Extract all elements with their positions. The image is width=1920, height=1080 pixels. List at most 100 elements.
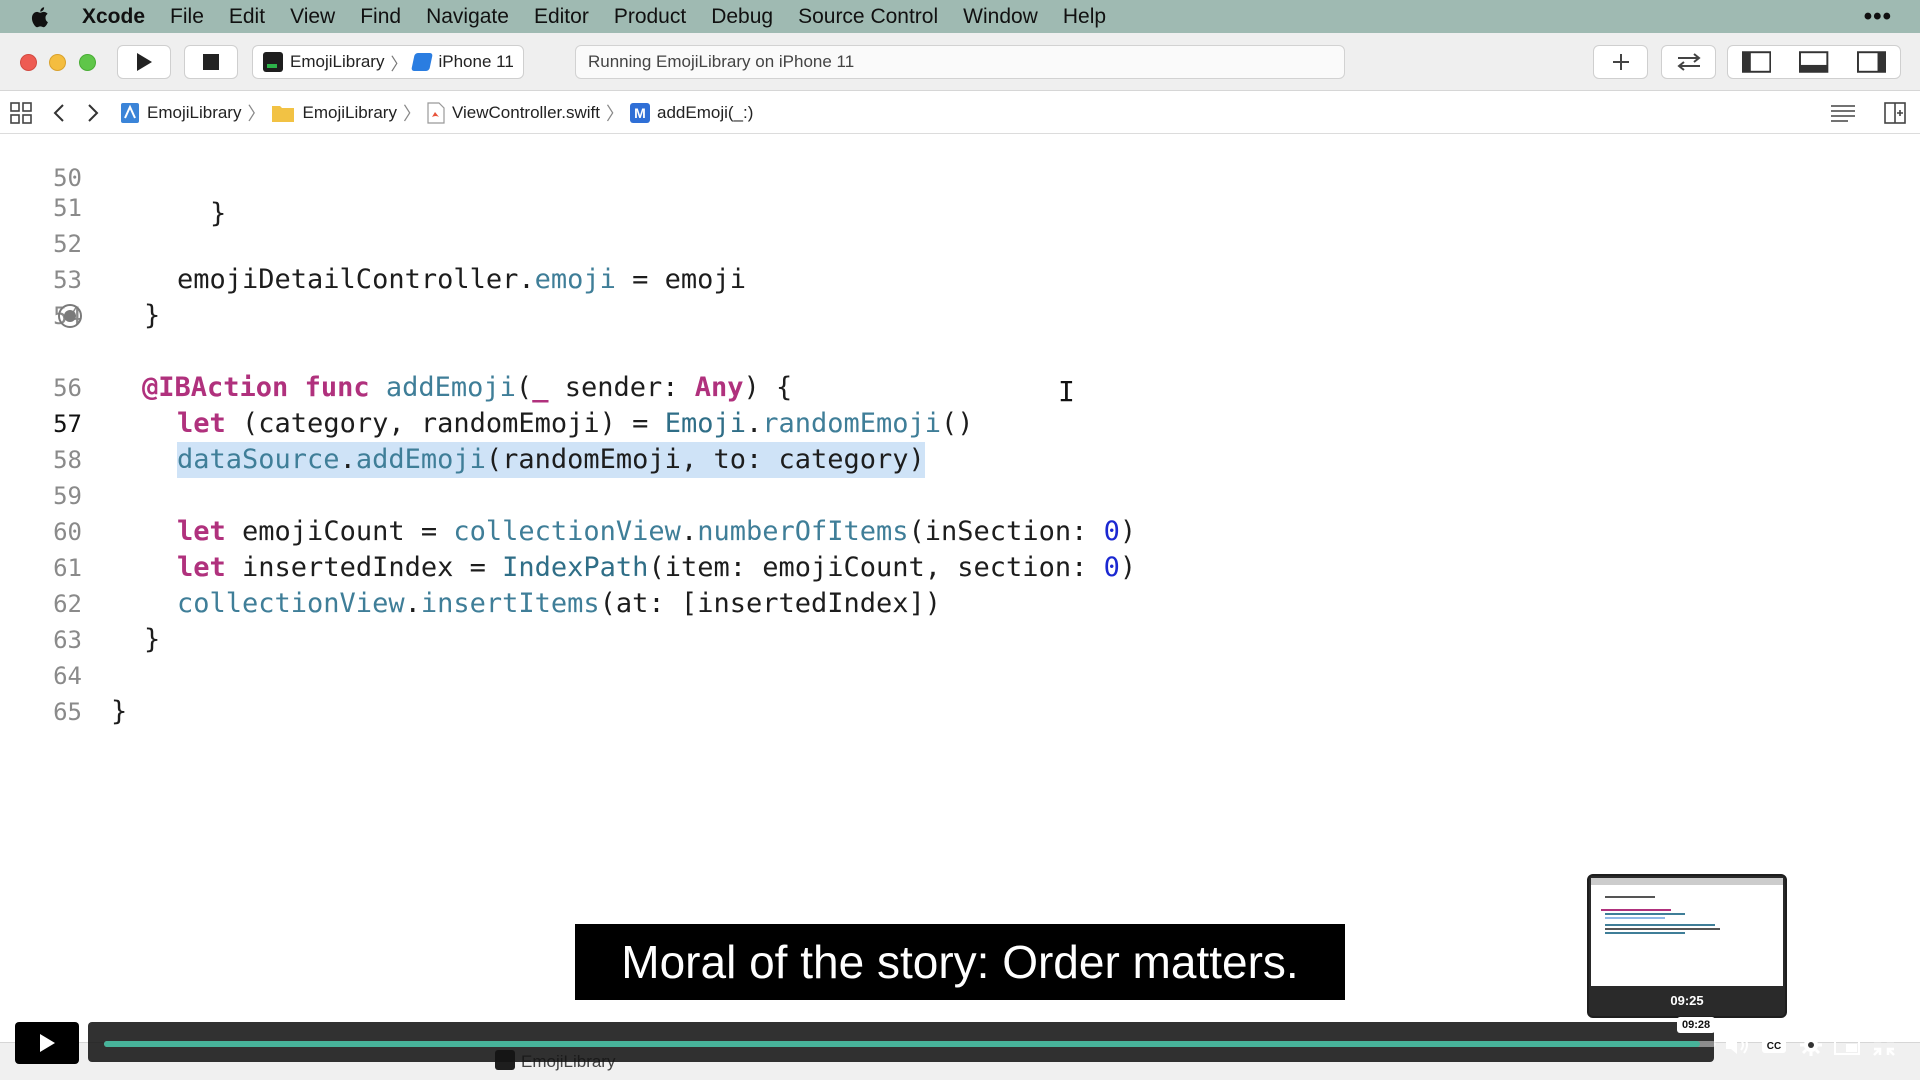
- activity-viewer: Running EmojiLibrary on iPhone 11: [575, 45, 1345, 79]
- editor-options-lines-icon[interactable]: [1830, 103, 1856, 123]
- closed-captions-icon: CC: [1762, 1037, 1786, 1053]
- progress-bar[interactable]: [88, 1022, 1716, 1066]
- code-line: @IBAction func addEmoji(_ sender: Any) {: [0, 298, 1920, 403]
- zoom-window-button[interactable]: [79, 54, 96, 71]
- captions-button[interactable]: CC: [1760, 1033, 1788, 1057]
- code-line: 63: [0, 586, 1920, 654]
- menu-navigate[interactable]: Navigate: [426, 5, 509, 29]
- swift-file-icon: [427, 101, 445, 124]
- menu-find[interactable]: Find: [360, 5, 401, 29]
- menu-help[interactable]: Help: [1063, 5, 1106, 29]
- run-button[interactable]: [117, 45, 171, 79]
- stop-icon: [203, 54, 219, 70]
- method-symbol-icon: M: [630, 102, 650, 123]
- apple-icon[interactable]: [30, 5, 52, 29]
- thumbnail-timestamp: 09:25: [1670, 993, 1704, 1008]
- scrub-preview-thumbnail: 09:25: [1587, 874, 1787, 1018]
- breadcrumb-project[interactable]: EmojiLibrary 〉: [120, 100, 271, 126]
- menu-view[interactable]: View: [290, 5, 335, 29]
- chevron-right-icon: 〉: [402, 103, 421, 124]
- debug-area-toggle-icon[interactable]: [1799, 51, 1829, 73]
- text-cursor-icon: I: [1058, 375, 1075, 408]
- stop-button[interactable]: [184, 45, 238, 79]
- minimize-window-button[interactable]: [49, 54, 66, 71]
- xcode-video-frame: Xcode File Edit View Find Navigate Edito…: [0, 0, 1920, 1080]
- breadcrumb-symbol-label: addEmoji(_:): [657, 102, 754, 122]
- menu-source-control[interactable]: Source Control: [798, 5, 938, 29]
- swap-arrows-icon: [1676, 53, 1701, 71]
- code-line: 54: [0, 262, 1920, 330]
- code-line-current: 57 dataSource.addEmoji(randomEmoji, to: …: [0, 370, 1920, 478]
- menu-file[interactable]: File: [170, 5, 204, 29]
- breadcrumb-symbol[interactable]: M addEmoji(_:): [630, 102, 754, 123]
- hover-time-tooltip: 09:28: [1677, 1017, 1716, 1033]
- related-items-grid-icon[interactable]: [10, 101, 32, 124]
- code-line: 65: [0, 658, 1920, 726]
- picture-in-picture-icon: [1834, 1035, 1860, 1055]
- subtitle-caption: Moral of the story: Order matters.: [575, 924, 1345, 1000]
- settings-button[interactable]: [1797, 1033, 1825, 1057]
- breadcrumb-group[interactable]: EmojiLibrary 〉: [271, 100, 426, 126]
- code-line: 62 }: [0, 550, 1920, 655]
- exit-fullscreen-icon: [1873, 1034, 1895, 1056]
- breadcrumb-project-label: EmojiLibrary: [147, 102, 242, 122]
- volume-button[interactable]: [1724, 1033, 1752, 1057]
- play-icon: [40, 1034, 55, 1052]
- navigator-toggle-icon[interactable]: [1742, 51, 1772, 73]
- xcode-project-icon: [121, 102, 139, 123]
- play-button[interactable]: [15, 1022, 79, 1064]
- chevron-right-icon: 〉: [390, 54, 408, 74]
- code-line: 53 }: [0, 226, 1920, 331]
- speaker-icon: [1726, 1036, 1748, 1054]
- play-icon: [137, 53, 152, 71]
- jump-bar: EmojiLibrary 〉 EmojiLibrary 〉 ViewContro…: [0, 92, 1920, 134]
- svg-text:M: M: [634, 105, 646, 121]
- forward-chevron-icon[interactable]: [86, 103, 100, 123]
- close-window-button[interactable]: [20, 54, 37, 71]
- chevron-right-icon: 〉: [606, 103, 624, 124]
- iphone-icon: [411, 53, 434, 71]
- code-line: 61 collectionView.insertItems(at: [inser…: [0, 514, 1920, 619]
- code-text: }: [111, 696, 128, 727]
- ibaction-connection-icon[interactable]: [58, 304, 82, 328]
- back-chevron-icon[interactable]: [52, 103, 66, 123]
- code-line: 58: [0, 406, 1920, 474]
- folder-icon: [272, 105, 295, 122]
- gear-icon: [1800, 1034, 1822, 1056]
- line-number[interactable]: 65: [0, 694, 82, 730]
- breadcrumb-file[interactable]: ViewController.swift 〉: [427, 100, 630, 126]
- code-line: 59 let emojiCount = collectionView.numbe…: [0, 442, 1920, 547]
- menu-window[interactable]: Window: [963, 5, 1038, 29]
- code-line: 64 }: [0, 622, 1920, 727]
- code-line: 52 emojiDetailController.emoji = emoji: [0, 190, 1920, 295]
- code-review-button[interactable]: [1661, 45, 1716, 79]
- picture-in-picture-button[interactable]: [1833, 1033, 1861, 1057]
- menu-xcode[interactable]: Xcode: [82, 5, 145, 29]
- activity-status: Running EmojiLibrary on iPhone 11: [588, 52, 855, 71]
- exit-fullscreen-button[interactable]: [1870, 1033, 1898, 1057]
- code-line: 56 let (category, randomEmoji) = Emoji.r…: [0, 334, 1920, 439]
- inspector-toggle-icon[interactable]: [1856, 51, 1886, 73]
- preview-code-miniature: [1591, 878, 1783, 934]
- scheme-selector[interactable]: EmojiLibrary 〉 iPhone 11: [252, 45, 524, 79]
- scheme-name: EmojiLibrary: [290, 52, 385, 71]
- plus-icon: [1612, 54, 1629, 70]
- chevron-right-icon: 〉: [247, 103, 266, 124]
- more-icon[interactable]: •••: [1864, 3, 1892, 31]
- menu-editor[interactable]: Editor: [534, 5, 589, 29]
- code-line: 60 let insertedIndex = IndexPath(item: e…: [0, 478, 1920, 583]
- menu-bar: Xcode File Edit View Find Navigate Edito…: [0, 0, 1920, 33]
- preview-image: [1591, 878, 1783, 986]
- caption-text: Moral of the story: Order matters.: [621, 936, 1299, 988]
- toolbar: EmojiLibrary 〉 iPhone 11 Running EmojiLi…: [0, 33, 1920, 91]
- breadcrumb-group-label: EmojiLibrary: [302, 102, 397, 122]
- menu-debug[interactable]: Debug: [711, 5, 773, 29]
- library-button[interactable]: [1593, 45, 1648, 79]
- menu-product[interactable]: Product: [614, 5, 686, 29]
- code-line: 51: [0, 154, 1920, 222]
- progress-played: [104, 1041, 1700, 1047]
- destination-name: iPhone 11: [438, 52, 514, 71]
- add-editor-icon[interactable]: [1884, 102, 1906, 124]
- menu-edit[interactable]: Edit: [229, 5, 265, 29]
- breadcrumb-file-label: ViewController.swift: [451, 102, 600, 122]
